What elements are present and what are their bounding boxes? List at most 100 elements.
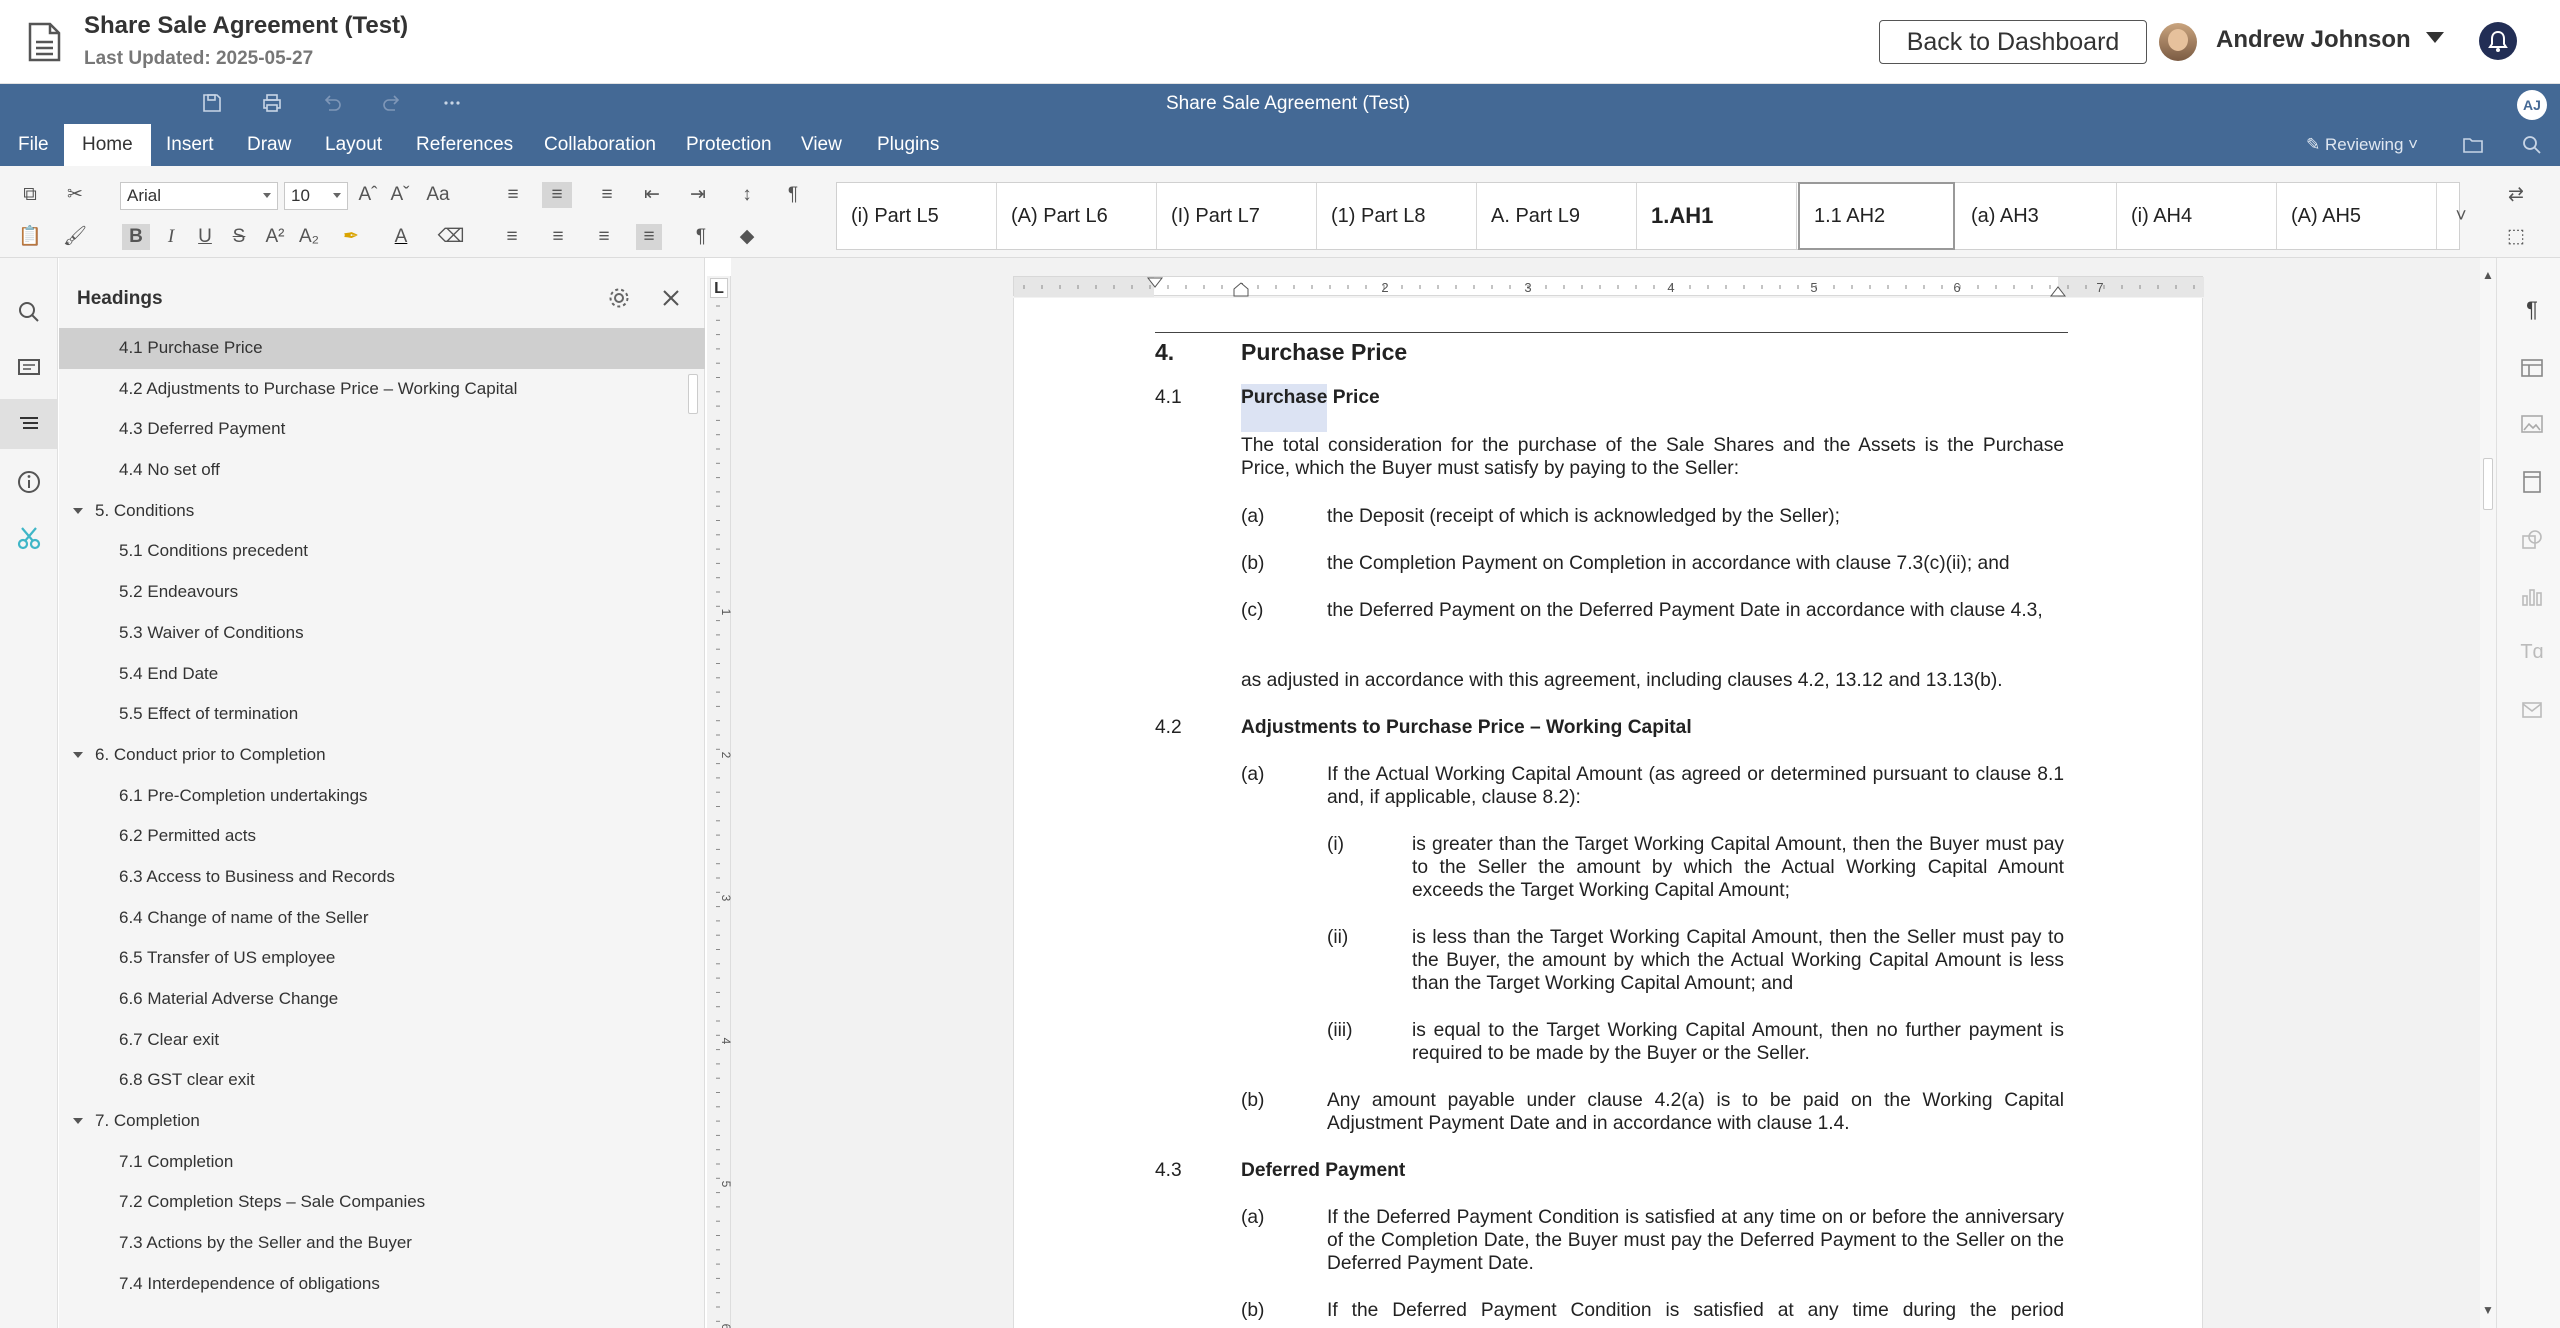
rail-comments-icon[interactable] <box>15 354 43 382</box>
mail-merge-icon[interactable] <box>2520 698 2544 722</box>
tab-home[interactable]: Home <box>64 124 151 166</box>
image-settings-icon[interactable] <box>2520 412 2544 436</box>
paragraph-marks-icon[interactable]: ¶ <box>2520 298 2544 322</box>
decrease-font-icon[interactable]: Aˇ <box>388 182 412 208</box>
expand-chevron-down-icon[interactable] <box>73 507 83 514</box>
clause-4-2-a-number[interactable]: (a) <box>1241 763 1264 786</box>
heading-subsection-item[interactable]: 4.1 Purchase Price <box>59 328 705 369</box>
copy-icon[interactable]: ⧉ <box>18 182 42 208</box>
font-color-icon[interactable]: A <box>386 224 416 250</box>
increase-font-icon[interactable]: Aˆ <box>356 182 380 208</box>
clear-formatting-icon[interactable]: ⌫ <box>436 224 466 250</box>
heading-subsection-item[interactable]: 5.1 Conditions precedent <box>59 531 705 572</box>
print-icon[interactable] <box>261 92 283 114</box>
heading-subsection-item[interactable]: 4.4 No set off <box>59 450 705 491</box>
heading-subsection-item[interactable]: 7.3 Actions by the Seller and the Buyer <box>59 1223 705 1264</box>
align-left-icon[interactable]: ≡ <box>500 224 524 250</box>
highlight-color-icon[interactable]: ✒ <box>336 224 366 250</box>
clause-4-1-title[interactable]: Purchase Price <box>1241 384 1380 432</box>
paragraph-direction-icon[interactable]: ¶ <box>688 224 714 250</box>
expand-chevron-down-icon[interactable] <box>73 1118 83 1125</box>
rail-scissors-icon[interactable] <box>15 524 43 552</box>
heading-section-item[interactable]: 5. Conditions <box>59 491 705 532</box>
align-right-icon[interactable]: ≡ <box>592 224 616 250</box>
subscript-button[interactable]: A₂ <box>296 224 322 250</box>
clause-4-1-a-number[interactable]: (a) <box>1241 505 1264 528</box>
clause-4-1-b[interactable]: the Completion Payment on Completion in … <box>1327 552 2064 575</box>
justify-icon[interactable]: ≡ <box>636 224 662 250</box>
style-ah1[interactable]: 1.AH1 <box>1637 183 1797 249</box>
clause-4-3-title[interactable]: Deferred Payment <box>1241 1159 1405 1182</box>
rail-headings-icon[interactable] <box>15 410 43 438</box>
bullet-list-icon[interactable]: ≡ <box>498 182 528 208</box>
format-painter-icon[interactable]: 🖌 <box>62 224 88 250</box>
tab-protection[interactable]: Protection <box>682 124 776 166</box>
heading-subsection-item[interactable]: 6.5 Transfer of US employee <box>59 938 705 979</box>
clause-4-2-iii-number[interactable]: (iii) <box>1327 1019 1353 1042</box>
clause-4-1-b-number[interactable]: (b) <box>1241 552 1264 575</box>
style-part-l9[interactable]: A. Part L9 <box>1477 183 1637 249</box>
tab-layout[interactable]: Layout <box>321 124 386 166</box>
clause-4-2-i-number[interactable]: (i) <box>1327 833 1344 856</box>
search-icon[interactable] <box>2521 134 2543 156</box>
reviewing-mode-dropdown[interactable]: ✎ Reviewing ˅ <box>2306 126 2418 164</box>
heading-4-title[interactable]: Purchase Price <box>1241 338 1407 366</box>
redo-icon[interactable] <box>381 92 403 114</box>
heading-subsection-item[interactable]: 4.3 Deferred Payment <box>59 409 705 450</box>
tab-references[interactable]: References <box>412 124 517 166</box>
scroll-down-icon[interactable]: ▼ <box>2481 1303 2495 1317</box>
heading-subsection-item[interactable]: 6.6 Material Adverse Change <box>59 979 705 1020</box>
clause-4-2-number[interactable]: 4.2 <box>1155 716 1182 739</box>
heading-subsection-item[interactable]: 7.1 Completion <box>59 1142 705 1183</box>
clause-4-2-ii-number[interactable]: (ii) <box>1327 926 1348 949</box>
heading-subsection-item[interactable]: 6.8 GST clear exit <box>59 1060 705 1101</box>
change-case-icon[interactable]: Aa <box>420 182 456 208</box>
heading-subsection-item[interactable]: 6.7 Clear exit <box>59 1020 705 1061</box>
paragraph-settings-icon[interactable]: ¶ <box>780 182 806 208</box>
clause-4-3-b[interactable]: If the Deferred Payment Condition is sat… <box>1327 1299 2064 1322</box>
avatar[interactable] <box>2159 23 2197 61</box>
clause-4-3-a-number[interactable]: (a) <box>1241 1206 1264 1229</box>
shading-icon[interactable]: ◆ <box>732 224 762 250</box>
heading-subsection-item[interactable]: 6.1 Pre-Completion undertakings <box>59 776 705 817</box>
style-part-l6[interactable]: (A) Part L6 <box>997 183 1157 249</box>
user-initials-badge[interactable]: AJ <box>2517 90 2547 120</box>
rail-search-icon[interactable] <box>15 298 43 326</box>
italic-button[interactable]: I <box>158 224 184 250</box>
heading-section-item[interactable]: 7. Completion <box>59 1101 705 1142</box>
clause-4-3-number[interactable]: 4.3 <box>1155 1159 1182 1182</box>
chart-settings-icon[interactable] <box>2520 584 2544 608</box>
clause-4-2-a[interactable]: If the Actual Working Capital Amount (as… <box>1327 763 2064 809</box>
save-icon[interactable] <box>201 92 223 114</box>
clause-4-2-title[interactable]: Adjustments to Purchase Price – Working … <box>1241 716 1692 739</box>
clause-4-3-b-number[interactable]: (b) <box>1241 1299 1264 1322</box>
tab-plugins[interactable]: Plugins <box>873 124 943 166</box>
heading-4-number[interactable]: 4. <box>1155 338 1174 366</box>
document-scrollbar-thumb[interactable] <box>2483 458 2493 510</box>
clause-4-2-i[interactable]: is greater than the Target Working Capit… <box>1412 833 2064 902</box>
clause-4-1-number[interactable]: 4.1 <box>1155 386 1182 409</box>
superscript-button[interactable]: A² <box>262 224 288 250</box>
font-name-select[interactable]: Arial <box>120 182 278 210</box>
line-spacing-icon[interactable]: ↕ <box>732 182 762 208</box>
heading-subsection-item[interactable]: 5.2 Endeavours <box>59 572 705 613</box>
expand-chevron-down-icon[interactable] <box>73 751 83 758</box>
shape-settings-icon[interactable] <box>2520 528 2544 552</box>
heading-subsection-item[interactable]: 7.2 Completion Steps – Sale Companies <box>59 1182 705 1223</box>
decrease-indent-icon[interactable]: ⇤ <box>640 182 664 208</box>
font-size-select[interactable]: 10 <box>284 182 348 210</box>
left-indent-marker[interactable] <box>1233 282 1249 297</box>
increase-indent-icon[interactable]: ⇥ <box>686 182 710 208</box>
heading-subsection-item[interactable]: 7.4 Interdependence of obligations <box>59 1264 705 1305</box>
table-settings-icon[interactable] <box>2520 356 2544 380</box>
user-menu-chevron-down-icon[interactable] <box>2426 32 2444 43</box>
headings-scrollbar[interactable] <box>688 374 698 414</box>
paste-icon[interactable]: 📋 <box>18 224 42 250</box>
style-ah4[interactable]: (i) AH4 <box>2117 183 2277 249</box>
heading-subsection-item[interactable]: 6.2 Permitted acts <box>59 816 705 857</box>
multilevel-list-icon[interactable]: ≡ <box>592 182 622 208</box>
document-page[interactable]: 4. Purchase Price 4.1 Purchase Price The… <box>1013 298 2203 1328</box>
styles-expand-chevron-down-icon[interactable]: ˅ <box>2449 204 2473 230</box>
heading-subsection-item[interactable]: 4.2 Adjustments to Purchase Price – Work… <box>59 369 705 410</box>
clause-4-1-c-number[interactable]: (c) <box>1241 599 1263 622</box>
